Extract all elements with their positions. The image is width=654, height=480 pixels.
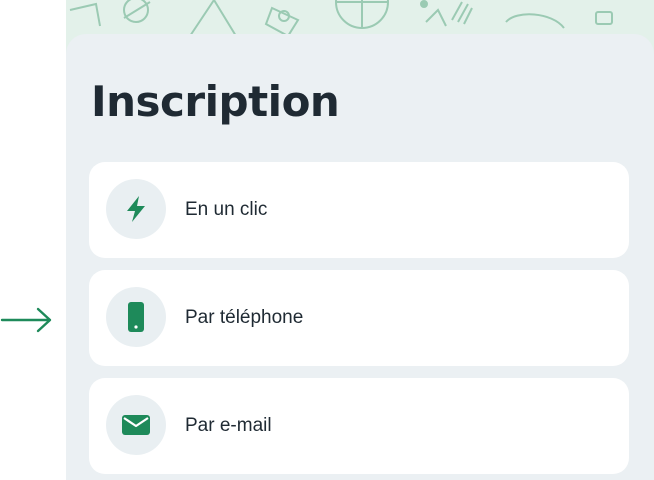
lightning-icon xyxy=(106,179,166,239)
phone-icon xyxy=(106,287,166,347)
option-phone[interactable]: Par téléphone xyxy=(89,270,629,366)
option-label: Par e-mail xyxy=(185,415,272,436)
option-email[interactable]: Par e-mail xyxy=(89,378,629,474)
option-label: En un clic xyxy=(185,199,268,220)
signup-screen: Inscription En un clic Par téléphone Par… xyxy=(0,0,654,480)
envelope-icon xyxy=(106,395,166,455)
option-label: Par téléphone xyxy=(185,307,304,328)
page-title: Inscription xyxy=(91,77,340,126)
option-one-click[interactable]: En un clic xyxy=(89,162,629,258)
right-arrow-icon xyxy=(0,306,54,339)
